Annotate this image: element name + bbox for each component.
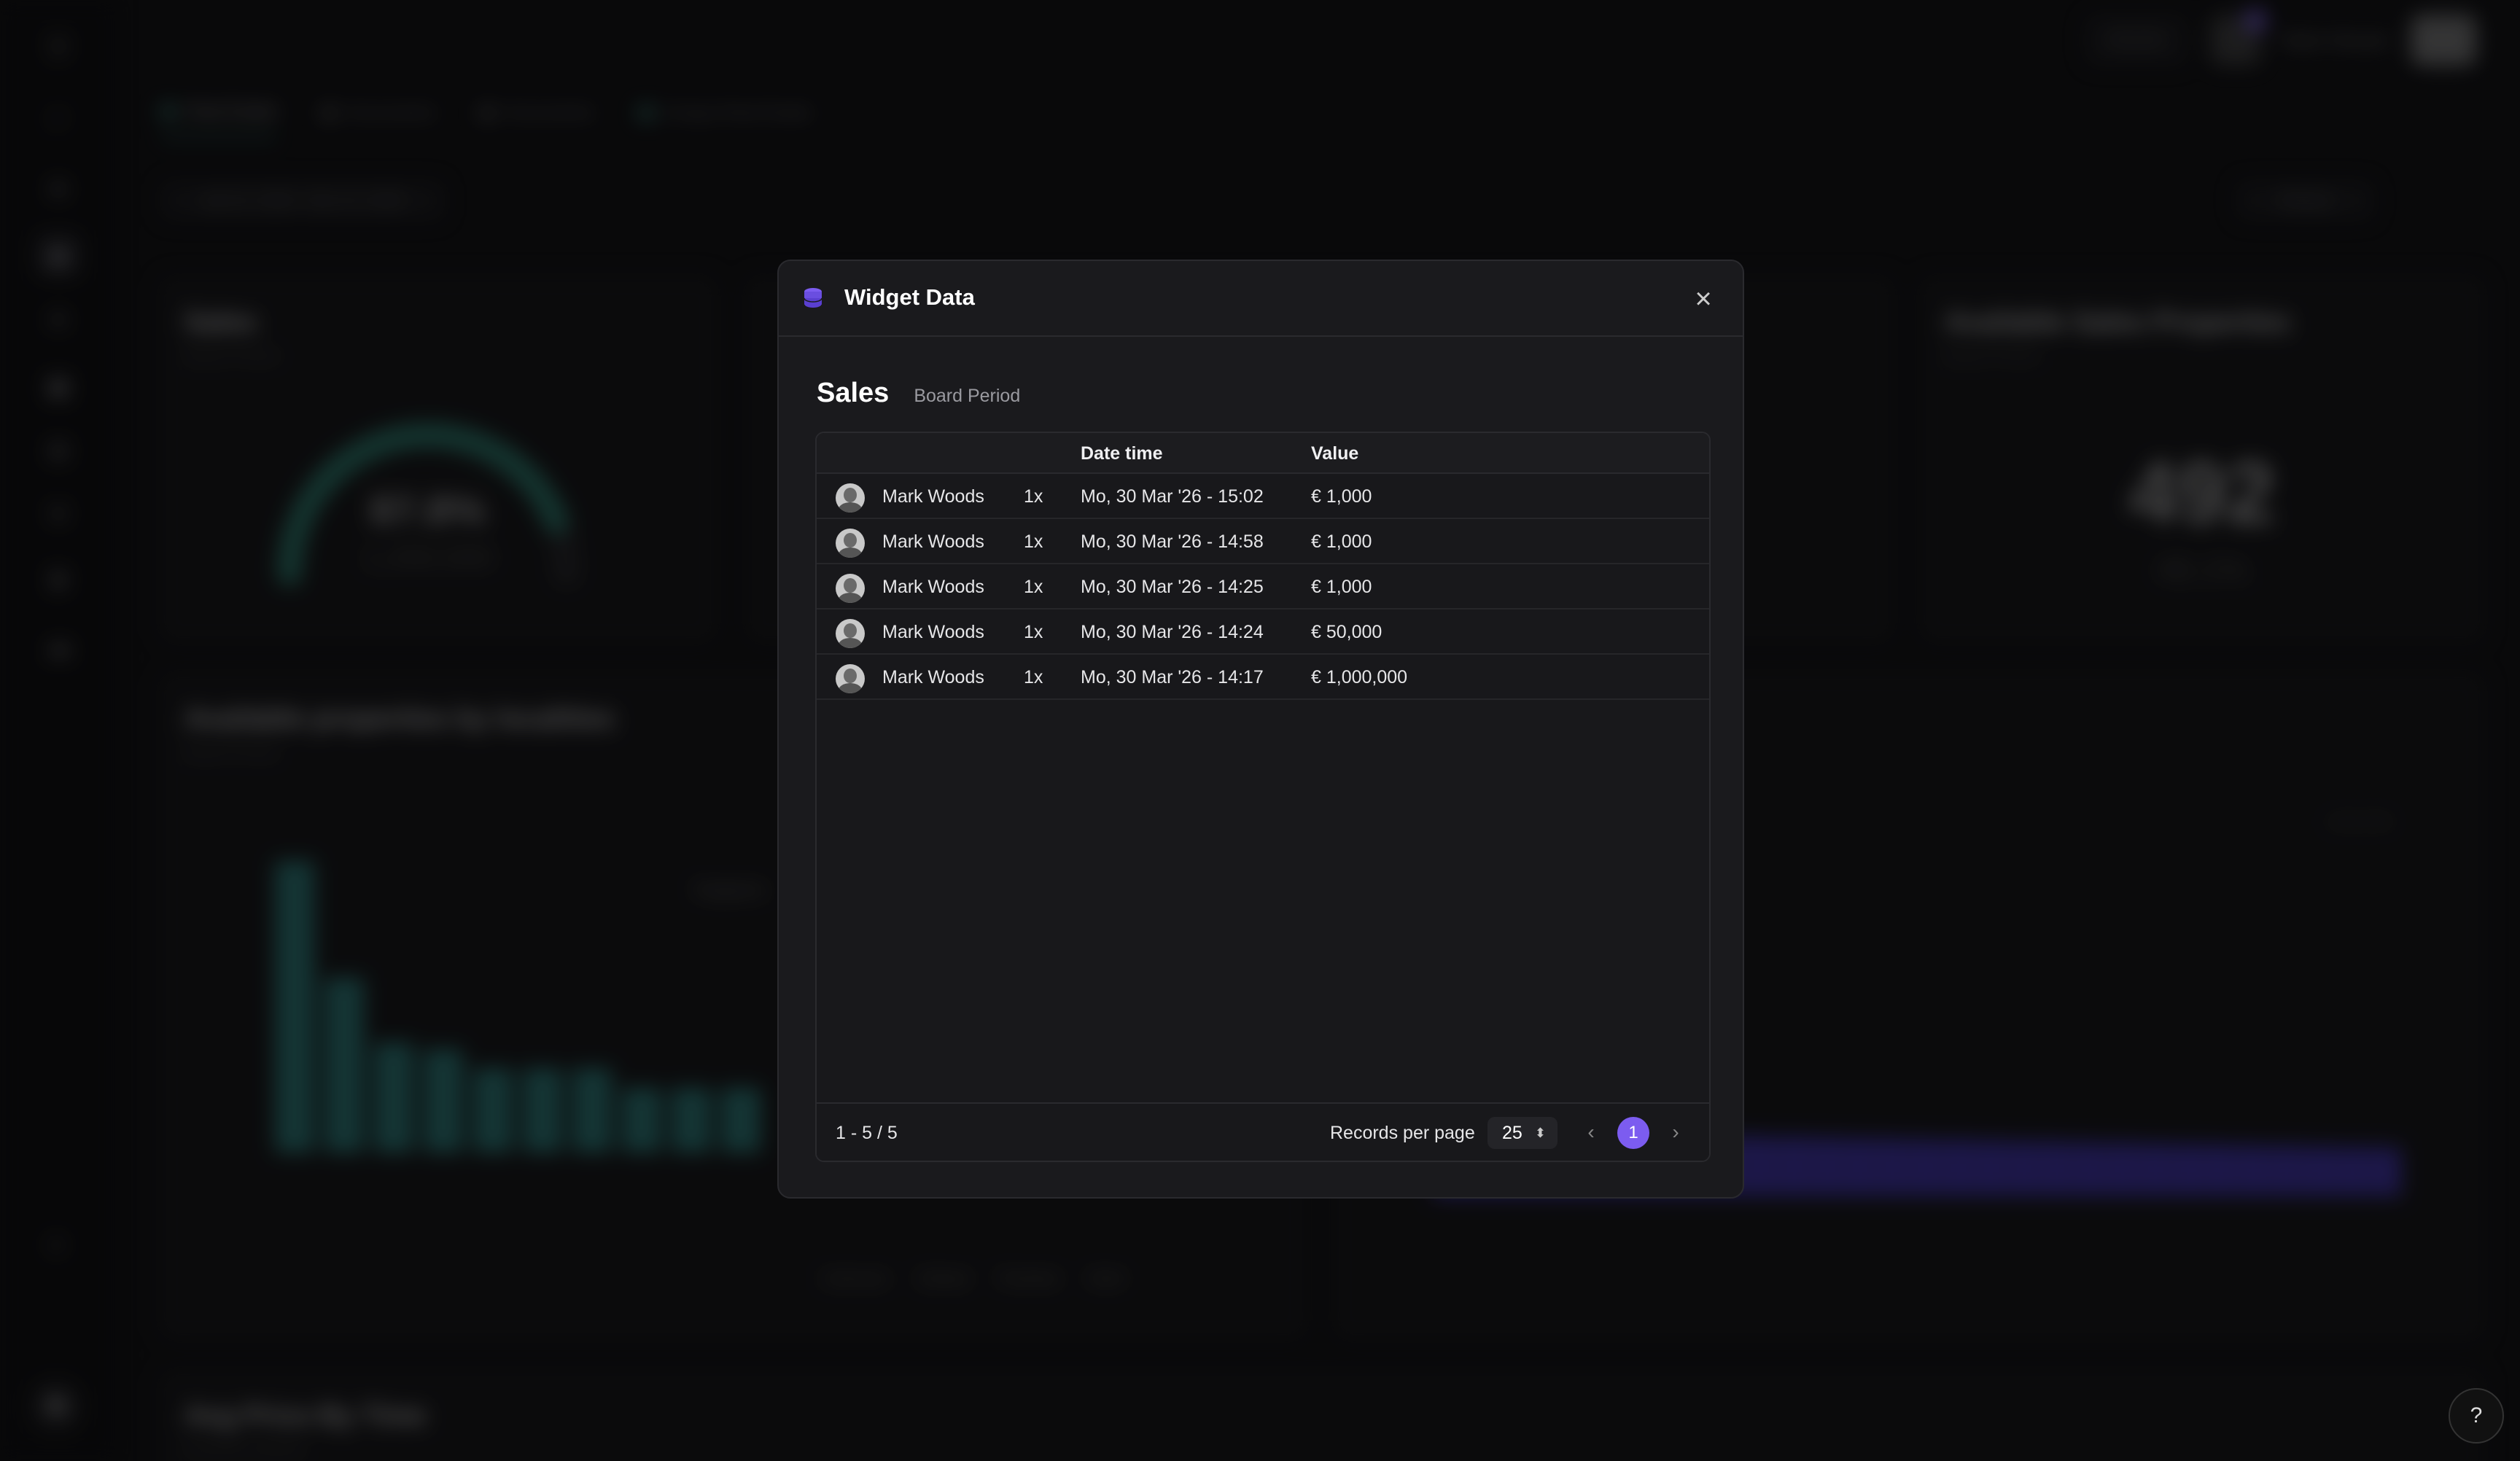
- records-per-page-select[interactable]: 25 ⬍: [1488, 1117, 1558, 1149]
- cell-qty: 1x: [1024, 486, 1043, 507]
- app-root: ♆ ⌕ ● ◉ ✦ ▣ ⚙ ✕ ♛ ☁ ◐ N Real Estate Docu…: [0, 0, 2520, 1461]
- next-page-button[interactable]: ›: [1660, 1117, 1692, 1149]
- column-header-datetime[interactable]: Date time: [1081, 433, 1163, 474]
- table-header: Date time Value: [817, 433, 1709, 474]
- record-count: 1 - 5 / 5: [836, 1123, 898, 1143]
- page-button-current[interactable]: 1: [1617, 1117, 1649, 1149]
- table-row[interactable]: Mark Woods 1x Mo, 30 Mar '26 - 14:24 € 50,0…: [817, 609, 1709, 655]
- cell-user: Mark Woods: [882, 531, 984, 552]
- cell-datetime: Mo, 30 Mar '26 - 14:17: [1081, 667, 1264, 687]
- previous-page-button[interactable]: ‹: [1575, 1117, 1607, 1149]
- records-per-page-value: 25: [1502, 1123, 1522, 1143]
- chevron-updown-icon: ⬍: [1534, 1126, 1546, 1140]
- cell-qty: 1x: [1024, 667, 1043, 687]
- cell-user: Mark Woods: [882, 486, 984, 507]
- cell-value: € 1,000: [1311, 531, 1372, 552]
- cell-qty: 1x: [1024, 622, 1043, 642]
- cell-datetime: Mo, 30 Mar '26 - 15:02: [1081, 486, 1264, 507]
- cell-value: € 1,000,000: [1311, 667, 1408, 687]
- widget-data-modal: Widget Data × Sales Board Period Date ti…: [777, 260, 1744, 1199]
- database-icon: [804, 288, 822, 309]
- user-avatar: [836, 574, 865, 603]
- user-avatar: [836, 664, 865, 693]
- table-row[interactable]: Mark Woods 1x Mo, 30 Mar '26 - 14:25 € 1,00…: [817, 564, 1709, 609]
- widget-heading: Sales Board Period: [817, 378, 1020, 409]
- close-icon[interactable]: ×: [1686, 281, 1721, 316]
- table-footer: 1 - 5 / 5 Records per page 25 ⬍ ‹ 1 ›: [817, 1102, 1709, 1161]
- cell-qty: 1x: [1024, 531, 1043, 552]
- user-avatar: [836, 529, 865, 558]
- widget-period: Board Period: [914, 386, 1021, 406]
- widget-name: Sales: [817, 378, 890, 408]
- cell-user: Mark Woods: [882, 667, 984, 687]
- cell-value: € 50,000: [1311, 622, 1382, 642]
- cell-datetime: Mo, 30 Mar '26 - 14:25: [1081, 577, 1264, 597]
- user-avatar: [836, 619, 865, 648]
- modal-header: Widget Data ×: [779, 261, 1743, 337]
- cell-user: Mark Woods: [882, 577, 984, 597]
- cell-qty: 1x: [1024, 577, 1043, 597]
- records-per-page-label: Records per page: [1330, 1123, 1475, 1143]
- modal-title: Widget Data: [844, 284, 975, 310]
- table-row[interactable]: Mark Woods 1x Mo, 30 Mar '26 - 14:17 € 1,00…: [817, 655, 1709, 700]
- cell-datetime: Mo, 30 Mar '26 - 14:24: [1081, 622, 1264, 642]
- table-row[interactable]: Mark Woods 1x Mo, 30 Mar '26 - 15:02 € 1,00…: [817, 474, 1709, 519]
- column-header-value[interactable]: Value: [1311, 433, 1358, 474]
- cell-datetime: Mo, 30 Mar '26 - 14:58: [1081, 531, 1264, 552]
- cell-value: € 1,000: [1311, 486, 1372, 507]
- cell-value: € 1,000: [1311, 577, 1372, 597]
- table-row[interactable]: Mark Woods 1x Mo, 30 Mar '26 - 14:58 € 1,00…: [817, 519, 1709, 564]
- user-avatar: [836, 483, 865, 513]
- widget-data-table: Date time Value Mark Woods 1x Mo, 30 Mar '…: [815, 432, 1711, 1162]
- cell-user: Mark Woods: [882, 622, 984, 642]
- help-button[interactable]: ?: [2449, 1388, 2504, 1444]
